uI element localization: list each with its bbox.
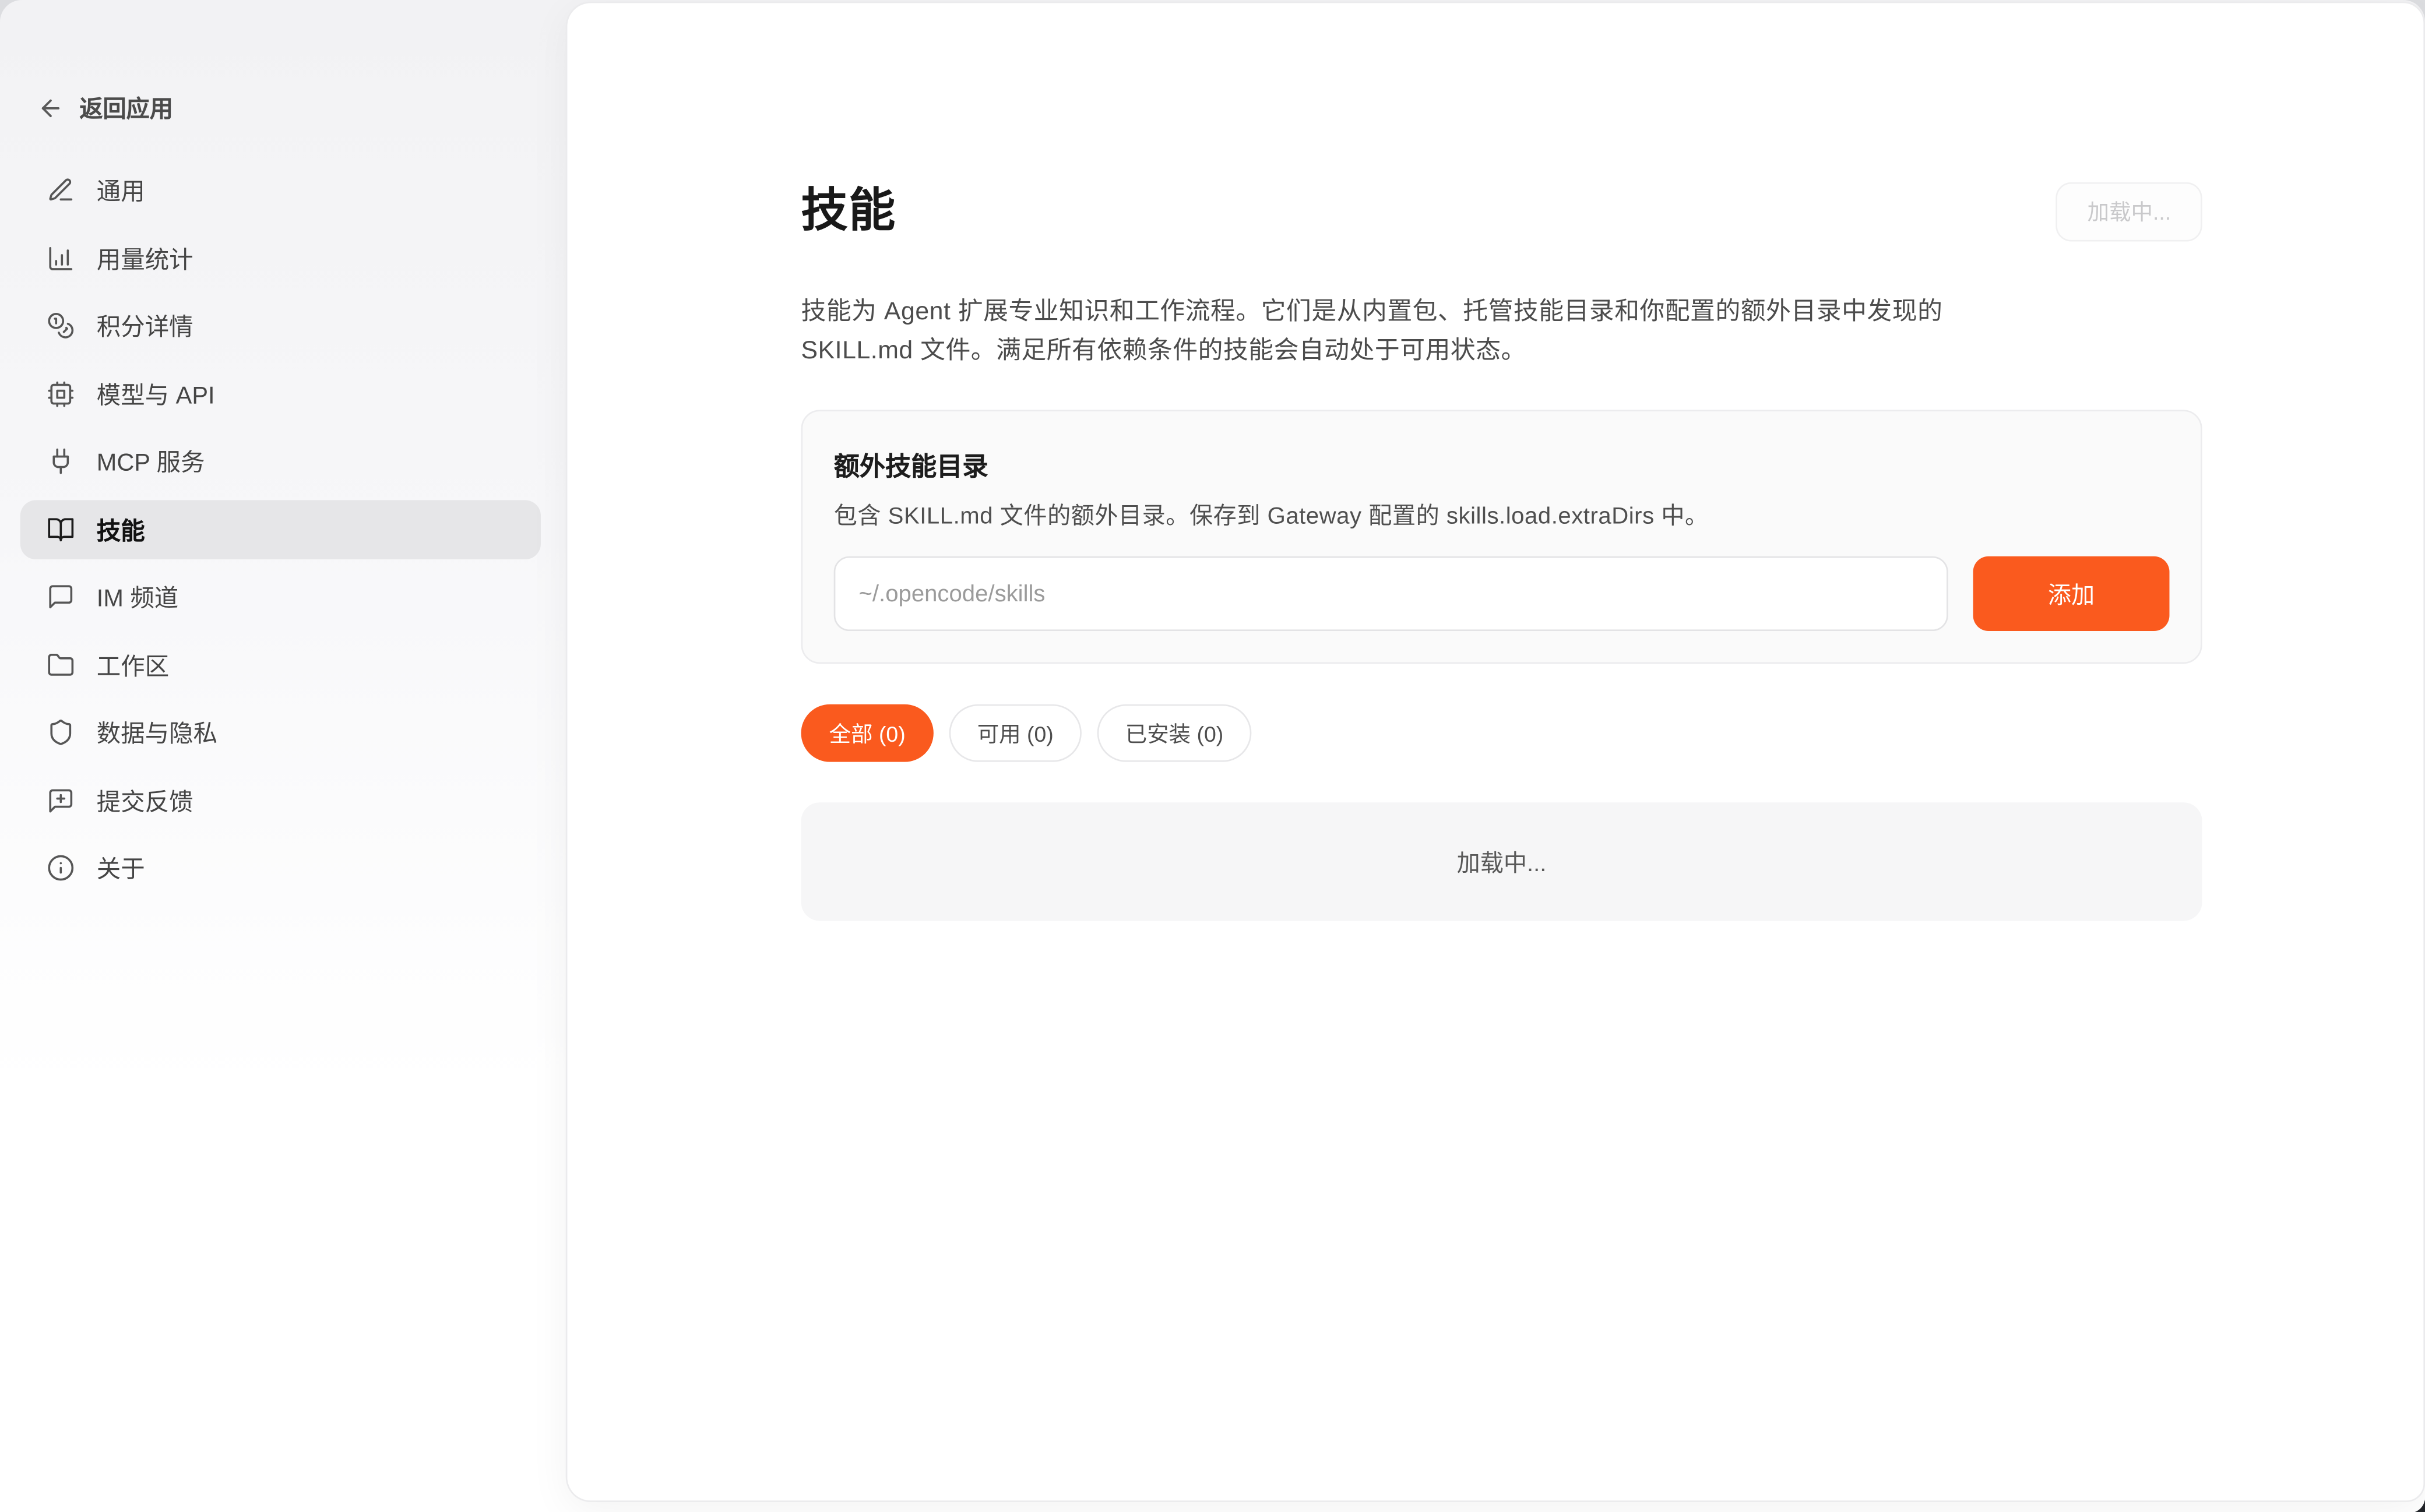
sidebar-item-skills[interactable]: 技能 [20,499,541,559]
sidebar-item-label: IM 频道 [97,580,178,614]
directory-input[interactable] [834,556,1948,631]
sidebar-item-label: 积分详情 [97,309,193,343]
sidebar-item-label: 用量统计 [97,241,193,276]
sidebar-item-about[interactable]: 关于 [20,838,541,898]
filter-pill-all[interactable]: 全部 (0) [801,704,934,762]
back-to-app-label: 返回应用 [79,92,173,125]
book-open-icon [47,515,75,543]
page-header: 技能 加载中... [801,154,2202,270]
skills-loading-panel: 加载中... [801,803,2202,921]
sidebar-nav: 通用 用量统计 积分详情 模型与 API MCP 服务 技能 IM 频道 工作区… [20,160,541,898]
filter-pill-available[interactable]: 可用 (0) [949,704,1082,762]
bar-chart-icon [47,244,75,272]
info-icon [47,854,75,882]
sidebar-item-feedback[interactable]: 提交反馈 [20,770,541,830]
arrow-left-icon [37,95,64,121]
extra-dirs-title: 额外技能目录 [834,446,2170,483]
sidebar-item-label: 技能 [97,512,145,547]
add-directory-button[interactable]: 添加 [1973,556,2170,631]
extra-dirs-description: 包含 SKILL.md 文件的额外目录。保存到 Gateway 配置的 skil… [834,499,2170,531]
sidebar-item-label: MCP 服务 [97,445,205,479]
back-to-app-button[interactable]: 返回应用 [37,92,173,125]
sidebar-item-usage-stats[interactable]: 用量统计 [20,228,541,288]
sidebar-item-label: 工作区 [97,648,169,682]
coins-icon [47,312,75,340]
message-square-icon [47,583,75,611]
filter-pill-installed[interactable]: 已安装 (0) [1097,704,1252,762]
pen-line-icon [47,177,75,205]
shield-icon [47,718,75,746]
main-panel: 技能 加载中... 技能为 Agent 扩展专业知识和工作流程。它们是从内置包、… [566,2,2425,1502]
message-square-plus-icon [47,787,75,815]
sidebar: 返回应用 通用 用量统计 积分详情 模型与 API MCP 服务 技能 IM 频… [0,0,566,1512]
sidebar-item-data-privacy[interactable]: 数据与隐私 [20,703,541,763]
plug-icon [47,447,75,475]
extra-dirs-card: 额外技能目录 包含 SKILL.md 文件的额外目录。保存到 Gateway 配… [801,410,2202,664]
loading-text: 加载中... [1457,845,1547,878]
filter-pill-label: 全部 (0) [829,718,906,749]
page-title: 技能 [801,185,896,238]
page-description: 技能为 Agent 扩展专业知识和工作流程。它们是从内置包、托管技能目录和你配置… [801,293,2020,371]
refresh-loading-button[interactable]: 加载中... [2056,182,2202,242]
sidebar-item-models-api[interactable]: 模型与 API [20,364,541,424]
sidebar-item-credits[interactable]: 积分详情 [20,296,541,356]
sidebar-item-label: 通用 [97,174,145,208]
filter-pill-label: 可用 (0) [977,718,1054,749]
sidebar-item-label: 提交反馈 [97,783,193,817]
sidebar-item-im-channels[interactable]: IM 频道 [20,567,541,627]
folder-icon [47,651,75,679]
sidebar-item-mcp-services[interactable]: MCP 服务 [20,432,541,492]
screen: 返回应用 通用 用量统计 积分详情 模型与 API MCP 服务 技能 IM 频… [0,0,2425,1512]
cpu-icon [47,380,75,408]
sidebar-item-label: 模型与 API [97,376,215,411]
sidebar-item-label: 数据与隐私 [97,716,217,750]
sidebar-item-workspace[interactable]: 工作区 [20,635,541,695]
extra-dirs-form: 添加 [834,556,2170,631]
filter-pills: 全部 (0) 可用 (0) 已安装 (0) [801,704,2202,762]
sidebar-item-general[interactable]: 通用 [20,160,541,220]
sidebar-item-label: 关于 [97,851,145,886]
filter-pill-label: 已安装 (0) [1125,718,1223,749]
